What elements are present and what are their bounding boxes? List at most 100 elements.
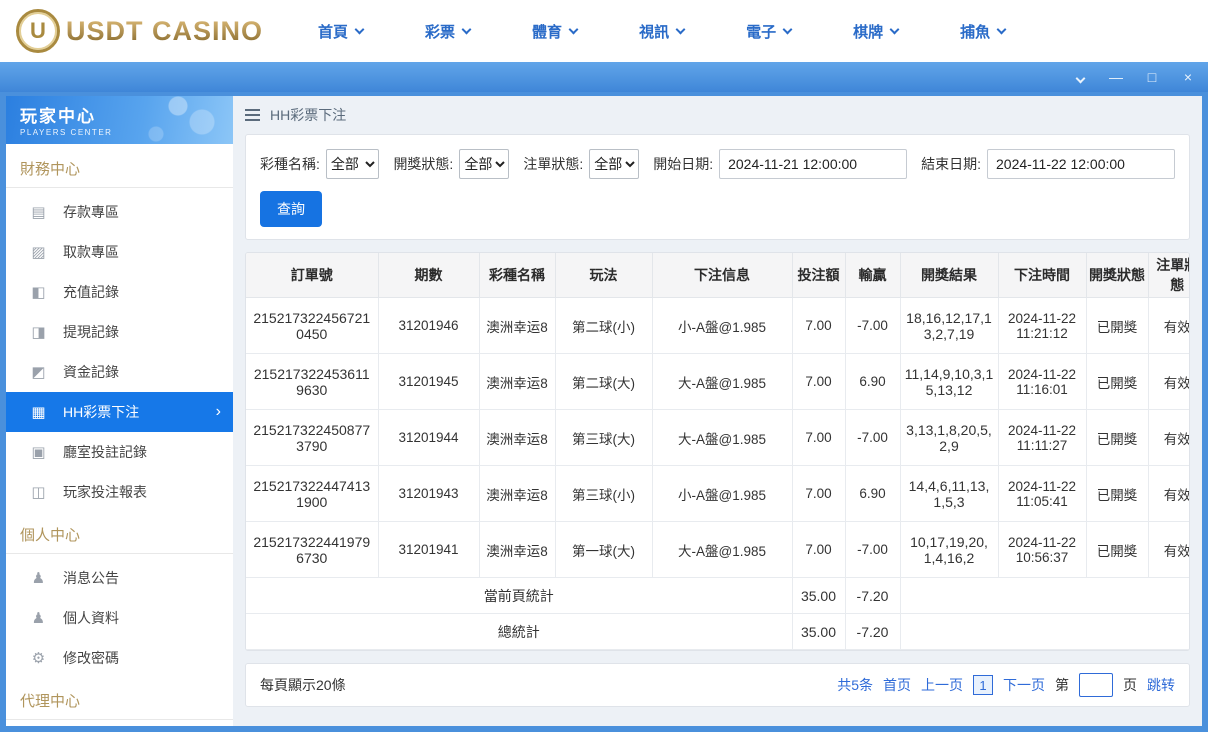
hall-bet-record-icon: ▣ <box>31 444 46 461</box>
cell-order-id: 2152173224567210450 <box>246 297 379 354</box>
menu-toggle-icon[interactable] <box>245 109 260 121</box>
page-jump-input[interactable] <box>1079 673 1113 697</box>
sidebar-item-change-password[interactable]: ⚙ 修改密碼 <box>6 638 233 678</box>
cell-bet-time: 2024-11-22 11:05:41 <box>997 465 1087 522</box>
sidebar-item-deposit[interactable]: ▤ 存款專區 <box>6 192 233 232</box>
pagination-bar: 每頁顯示20條 共5条 首页 上一页 1 下一页 第 页 跳转 <box>245 663 1190 707</box>
per-page-label: 每頁顯示20條 <box>260 677 346 693</box>
nav-item[interactable]: 棋牌 <box>853 21 900 42</box>
withdraw-icon: ▨ <box>31 244 46 261</box>
cell-period: 31201944 <box>377 409 480 466</box>
nav-item[interactable]: 視訊 <box>639 21 686 42</box>
table-row: 2152173224508773790 31201944 澳洲幸运8 第三球(大) 大-… <box>246 409 1189 466</box>
cell-bet-amount: 7.00 <box>791 353 846 410</box>
end-date-input[interactable] <box>987 149 1175 179</box>
table-row: 2152173224419796730 31201941 澳洲幸运8 第一球(大) 大-… <box>246 521 1189 578</box>
summary-row: 當前頁統計 35.00 -7.20 <box>246 577 1189 614</box>
collapse-chevron-icon[interactable] <box>1072 70 1088 84</box>
sidebar-item-lottery-bet[interactable]: ▦ HH彩票下注 › <box>6 392 233 432</box>
maximize-icon[interactable]: □ <box>1144 70 1160 84</box>
sidebar-item-announcement[interactable]: ♟ 消息公告 <box>6 558 233 598</box>
sidebar-section-label: 個人中心 <box>6 512 233 554</box>
player-center-title: 玩家中心 <box>20 107 96 126</box>
sidebar-item-label: 取款專區 <box>63 244 119 260</box>
nav-item-label: 棋牌 <box>853 23 884 41</box>
top-header: U USDT CASINO 首頁 彩票 體育 視訊 電子 棋牌 捕魚 <box>0 0 1208 62</box>
cell-bet-time: 2024-11-22 10:56:37 <box>997 521 1087 578</box>
cell-win-loss: -7.00 <box>844 297 901 354</box>
cell-win-loss: -7.00 <box>844 409 901 466</box>
cell-draw-status: 已開獎 <box>1085 409 1149 466</box>
cell-bet-time: 2024-11-22 11:16:01 <box>997 353 1087 410</box>
cell-bet-info: 小-A盤@1.985 <box>651 465 793 522</box>
sidebar-menu: 財務中心 ▤ 存款專區 ▨ 取款專區 ◧ 充值記錄 ◨ 提現記錄 ◩ 資金記錄 ▦ HH彩票下注 › ▣ 廳室… <box>6 144 233 726</box>
player-bet-report-icon: ◫ <box>31 484 46 501</box>
sidebar-item-cashout-record[interactable]: ◨ 提現記錄 <box>6 312 233 352</box>
nav-item[interactable]: 捕魚 <box>960 21 1007 42</box>
chevron-down-icon <box>568 24 579 34</box>
lottery-name-select[interactable]: 全部 <box>325 149 380 179</box>
cell-order-status: 有效 <box>1147 521 1189 578</box>
nav-item[interactable]: 彩票 <box>425 21 472 42</box>
sidebar-item-label: 資金記錄 <box>63 364 119 380</box>
nav-item[interactable]: 首頁 <box>318 21 365 42</box>
cell-win-loss: -7.00 <box>844 521 901 578</box>
start-date-input[interactable] <box>719 149 908 179</box>
summary-label: 當前頁統計 <box>246 577 793 614</box>
cell-order-id: 2152173224508773790 <box>246 409 379 466</box>
next-page-link[interactable]: 下一页 <box>1003 675 1045 695</box>
prev-page-link[interactable]: 上一页 <box>921 675 963 695</box>
table-head: 訂單號期數彩種名稱玩法下注信息投注額輸贏開獎結果下注時間開獎狀態注單狀態 <box>246 253 1189 298</box>
total-count-label: 共5条 <box>837 677 873 693</box>
close-icon[interactable]: × <box>1180 70 1196 84</box>
cell-lottery-name: 澳洲幸运8 <box>478 297 556 354</box>
cell-play-type: 第三球(小) <box>554 465 653 522</box>
column-header: 玩法 <box>554 253 653 298</box>
cell-period: 31201943 <box>377 465 480 522</box>
app-body: 玩家中心 PLAYERS CENTER 財務中心 ▤ 存款專區 ▨ 取款專區 ◧ 充值記錄 ◨… <box>0 92 1208 732</box>
sidebar-item-withdraw[interactable]: ▨ 取款專區 <box>6 232 233 272</box>
chevron-down-icon <box>354 24 365 34</box>
breadcrumb: HH彩票下注 <box>245 96 1190 134</box>
end-date-label: 結束日期: <box>921 156 981 172</box>
sidebar-item-label: HH彩票下注 <box>63 404 140 420</box>
draw-status-select[interactable]: 全部 <box>459 149 510 179</box>
query-button[interactable]: 查詢 <box>260 191 322 227</box>
current-page-button[interactable]: 1 <box>973 675 993 695</box>
cell-lottery-name: 澳洲幸运8 <box>478 465 556 522</box>
change-password-icon: ⚙ <box>31 650 46 667</box>
cell-draw-result: 14,4,6,11,13,1,5,3 <box>899 465 999 522</box>
jump-link[interactable]: 跳转 <box>1147 675 1175 695</box>
cell-bet-amount: 7.00 <box>791 521 846 578</box>
bets-table-card: 訂單號期數彩種名稱玩法下注信息投注額輸贏開獎結果下注時間開獎狀態注單狀態 215… <box>245 252 1190 651</box>
sidebar-item-recharge-record[interactable]: ◧ 充值記錄 <box>6 272 233 312</box>
nav-item-label: 首頁 <box>318 23 349 41</box>
sidebar-item-profile[interactable]: ♟ 個人資料 <box>6 598 233 638</box>
sidebar-item-label: 個人資料 <box>63 610 119 626</box>
summary-bet-amount: 35.00 <box>791 577 846 614</box>
order-status-select[interactable]: 全部 <box>589 149 640 179</box>
brand-logo: U USDT CASINO <box>16 9 263 53</box>
summary-row: 總統計 35.00 -7.20 <box>246 613 1189 650</box>
cell-bet-info: 小-A盤@1.985 <box>651 297 793 354</box>
sidebar-item-player-bet-report[interactable]: ◫ 玩家投注報表 <box>6 472 233 512</box>
nav-item[interactable]: 電子 <box>746 21 793 42</box>
nav-item[interactable]: 體育 <box>532 21 579 42</box>
first-page-link[interactable]: 首页 <box>883 675 911 695</box>
nav-item-label: 視訊 <box>639 23 670 41</box>
cell-order-id: 2152173224419796730 <box>246 521 379 578</box>
chevron-down-icon <box>889 24 900 34</box>
minimize-icon[interactable]: — <box>1108 70 1124 84</box>
cell-period: 31201946 <box>377 297 480 354</box>
logo-emblem-icon: U <box>16 9 60 53</box>
sidebar-section-label: 財務中心 <box>6 146 233 188</box>
column-header: 訂單號 <box>246 253 379 298</box>
funds-record-icon: ◩ <box>31 364 46 381</box>
player-center-banner: 玩家中心 PLAYERS CENTER <box>6 96 233 144</box>
cell-lottery-name: 澳洲幸运8 <box>478 521 556 578</box>
sidebar-item-hall-bet-record[interactable]: ▣ 廳室投註記錄 <box>6 432 233 472</box>
sidebar-item-funds-record[interactable]: ◩ 資金記錄 <box>6 352 233 392</box>
main-content: HH彩票下注 彩種名稱: 全部 開獎狀態: 全部 注單狀態: 全部 開始日期: … <box>233 96 1202 726</box>
sidebar-item-label: 充值記錄 <box>63 284 119 300</box>
summary-win-loss: -7.20 <box>844 613 901 650</box>
